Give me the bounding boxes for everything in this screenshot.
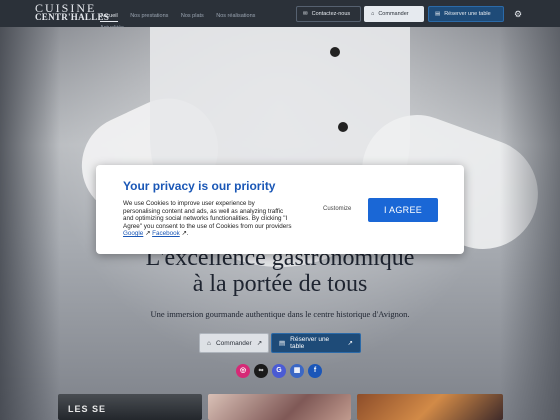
hero-subtitle: Une immersion gourmande authentique dans… (150, 309, 410, 319)
hero-image-decor (330, 47, 340, 57)
hero-title-line2: à la portée de tous (192, 271, 368, 297)
hero-order-button[interactable]: ⌂ Commander ↗ (199, 333, 269, 353)
order-button[interactable]: ⌂ Commander (364, 6, 424, 22)
contact-button-label: Contactez-nous (311, 11, 351, 17)
cloche-icon: ⌂ (371, 11, 375, 17)
nav-item-realisations[interactable]: Nos réalisations (216, 11, 255, 21)
contact-button[interactable]: ✉ Contactez-nous (296, 6, 361, 22)
cookie-body: We use Cookies to improve user experienc… (123, 200, 292, 230)
thumbnail-card[interactable] (357, 394, 503, 420)
thumbnail-caption: LES SE (68, 404, 107, 414)
site-header: CUISINE CENTR'HALLES Accueil Nos prestat… (0, 0, 560, 31)
google-icon[interactable]: G (272, 364, 286, 378)
facebook-link[interactable]: Facebook (152, 230, 180, 237)
external-link-icon: ↗ (145, 230, 151, 238)
external-link-icon: ↗ (256, 340, 263, 347)
thumbnail-card[interactable]: LES SE (58, 394, 202, 420)
external-link-icon: ↗ (347, 340, 353, 347)
logo-line2: CENTR'HALLES (35, 12, 110, 22)
hero-image-decor (338, 122, 348, 132)
social-links: ◎ ∞ G ▦ f (236, 364, 322, 378)
instagram-icon[interactable]: ◎ (236, 364, 250, 378)
nav-item-plats[interactable]: Nos plats (181, 11, 204, 21)
calendar-icon: ▤ (279, 340, 286, 347)
tripadvisor-icon[interactable]: ∞ (254, 364, 268, 378)
hero-image-decor (500, 27, 560, 420)
reserve-table-button[interactable]: ▤ Réserver une table (428, 6, 504, 22)
map-icon[interactable]: ▦ (290, 364, 304, 378)
hero-reserve-button[interactable]: ▤ Réserver une table ↗ (271, 333, 361, 353)
cookie-consent-dialog: Your privacy is our priority We use Cook… (96, 165, 464, 254)
thumbnail-row: LES SE (58, 394, 503, 420)
order-button-label: Commander (378, 11, 409, 17)
cookie-text: We use Cookies to improve user experienc… (123, 200, 293, 238)
cookie-title: Your privacy is our priority (123, 179, 276, 193)
reserve-button-label: Réserver une table (444, 11, 491, 17)
logo[interactable]: CUISINE CENTR'HALLES (35, 2, 110, 22)
facebook-icon[interactable]: f (308, 364, 322, 378)
settings-icon[interactable]: ⚙ (512, 8, 524, 20)
google-link[interactable]: Google (123, 230, 143, 237)
hero-reserve-label: Réserver une table (290, 336, 330, 350)
hero-image-decor (0, 27, 60, 420)
cloche-icon: ⌂ (207, 339, 211, 347)
agree-button[interactable]: I AGREE (368, 198, 438, 222)
hero-order-label: Commander (215, 339, 252, 347)
nav-item-prestations[interactable]: Nos prestations (130, 11, 168, 21)
calendar-icon: ▤ (435, 11, 441, 17)
external-link-icon: ↗. (181, 230, 189, 238)
message-icon: ✉ (303, 11, 308, 17)
thumbnail-card[interactable] (208, 394, 351, 420)
customize-button[interactable]: Customize (323, 206, 351, 212)
